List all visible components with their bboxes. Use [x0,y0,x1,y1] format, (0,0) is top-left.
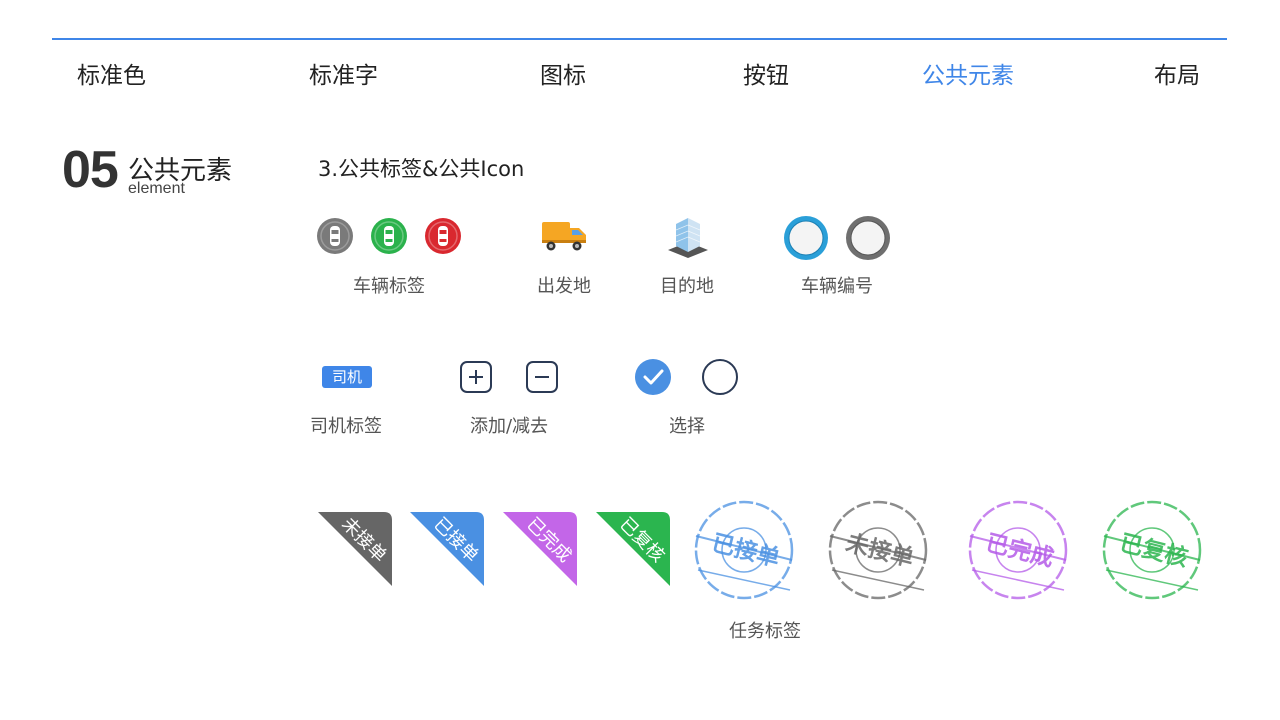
add-button[interactable] [460,361,492,393]
corner-tag-not-accepted: 未接单 [318,512,392,586]
nav-item-buttons[interactable]: 按钮 [743,56,789,90]
nav-item-layout[interactable]: 布局 [1154,56,1200,90]
selected-checkbox[interactable] [635,359,671,395]
header-divider [52,38,1227,40]
stamp-reviewed: 已复核 [1102,500,1202,600]
vehicle-number-label: 车辆编号 [801,276,873,297]
plus-icon [469,370,483,384]
corner-tag-accepted: 已接单 [410,512,484,586]
subtract-button[interactable] [526,361,558,393]
vehicle-number-blue-icon [784,216,828,260]
stamp-not-accepted: 未接单 [828,500,928,600]
top-nav: 标准色 标准字 图标 按钮 公共元素 布局 [0,56,1280,92]
corner-tag-completed: 已完成 [503,512,577,586]
minus-icon [535,376,549,378]
task-tag-label: 任务标签 [729,621,801,642]
svg-text:已接单: 已接单 [709,530,782,572]
section-number: 05 [62,141,119,199]
stamp-completed: 已完成 [968,500,1068,600]
svg-text:未接单: 未接单 [843,530,916,572]
vehicle-tag-gray-icon [317,218,353,254]
building-icon [668,218,708,258]
section-subtitle: element [128,180,185,197]
vehicle-number-icons [784,216,890,260]
truck-icon [542,222,586,251]
corner-tag-reviewed: 已复核 [596,512,670,586]
stamp-accepted: 已接单 [694,500,794,600]
nav-item-icons[interactable]: 图标 [540,56,586,90]
nav-item-standard-color[interactable]: 标准色 [77,56,146,90]
subsection-title: 3.公共标签&公共Icon [318,157,525,181]
destination-label: 目的地 [660,276,714,297]
origin-label: 出发地 [537,276,591,297]
select-label: 选择 [669,416,705,437]
unselected-checkbox[interactable] [702,359,738,395]
add-remove-label: 添加/减去 [469,416,549,437]
vehicle-number-gray-icon [846,216,890,260]
vehicle-tag-icons [317,218,461,254]
svg-text:已完成: 已完成 [983,529,1056,572]
checkmark-icon [643,369,664,385]
nav-item-public-elements[interactable]: 公共元素 [922,56,1014,90]
vehicle-tag-red-icon [425,218,461,254]
driver-tag: 司机 [322,366,372,388]
nav-item-standard-font[interactable]: 标准字 [309,56,378,90]
vehicle-tag-green-icon [371,218,407,254]
driver-tag-label: 司机标签 [310,416,382,437]
vehicle-tag-label: 车辆标签 [353,276,425,297]
svg-text:已复核: 已复核 [1117,529,1190,572]
